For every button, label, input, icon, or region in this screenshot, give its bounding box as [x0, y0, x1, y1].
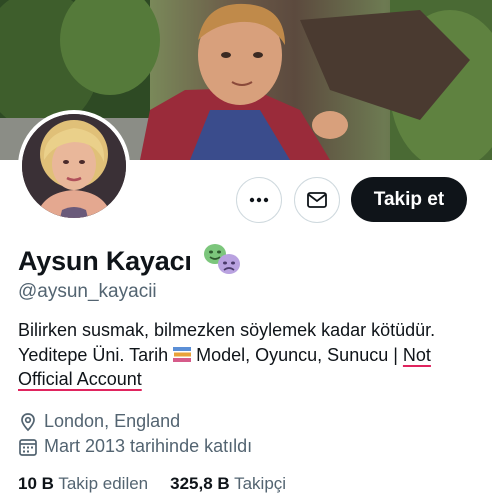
theater-masks-icon	[203, 244, 240, 274]
name-row: Aysun Kayacı	[18, 244, 242, 278]
following-count: 10 B	[18, 474, 54, 493]
following-link[interactable]: 10 B Takip edilen	[18, 474, 148, 494]
bio-line-1: Bilirken susmak, bilmezken söylemek kada…	[18, 320, 436, 340]
profile-location: London, England	[18, 411, 180, 432]
bio-not-text: Not	[402, 344, 431, 365]
follow-button[interactable]: Takip et	[351, 177, 467, 222]
profile-bio: Bilirken susmak, bilmezken söylemek kada…	[18, 318, 478, 392]
calendar-icon	[19, 438, 37, 456]
location-pin-icon	[21, 412, 35, 431]
avatar-photo	[22, 114, 126, 218]
followers-count: 325,8 B	[170, 474, 230, 493]
more-options-button[interactable]	[236, 177, 282, 223]
bio-line-2-middle: Model, Oyuncu, Sunucu |	[196, 344, 398, 365]
joined-text: Mart 2013 tarihinde katıldı	[44, 436, 253, 456]
location-text: London, England	[44, 411, 181, 431]
followers-label: Takipçi	[234, 474, 287, 493]
profile-stats: 10 B Takip edilen 325,8 B Takipçi	[18, 474, 308, 494]
profile-joined-date: Mart 2013 tarihinde katıldı	[18, 436, 252, 457]
bio-official-account: Official Account	[18, 369, 142, 389]
profile-avatar[interactable]	[18, 110, 130, 222]
followers-link[interactable]: 325,8 B Takipçi	[170, 474, 286, 494]
bio-line-2: Yeditepe Üni. Tarih Model, Oyuncu, Sunuc…	[18, 343, 478, 368]
profile-handle: @aysun_kayacii	[18, 281, 157, 302]
envelope-icon	[307, 192, 327, 208]
following-label: Takip edilen	[58, 474, 149, 493]
bio-line-2-start: Yeditepe Üni. Tarih	[18, 344, 169, 365]
display-name: Aysun Kayacı	[18, 245, 192, 276]
bio-line-3: Official Account	[18, 367, 478, 392]
message-button[interactable]	[294, 177, 340, 223]
more-horizontal-icon	[249, 197, 269, 203]
books-icon	[173, 346, 192, 362]
